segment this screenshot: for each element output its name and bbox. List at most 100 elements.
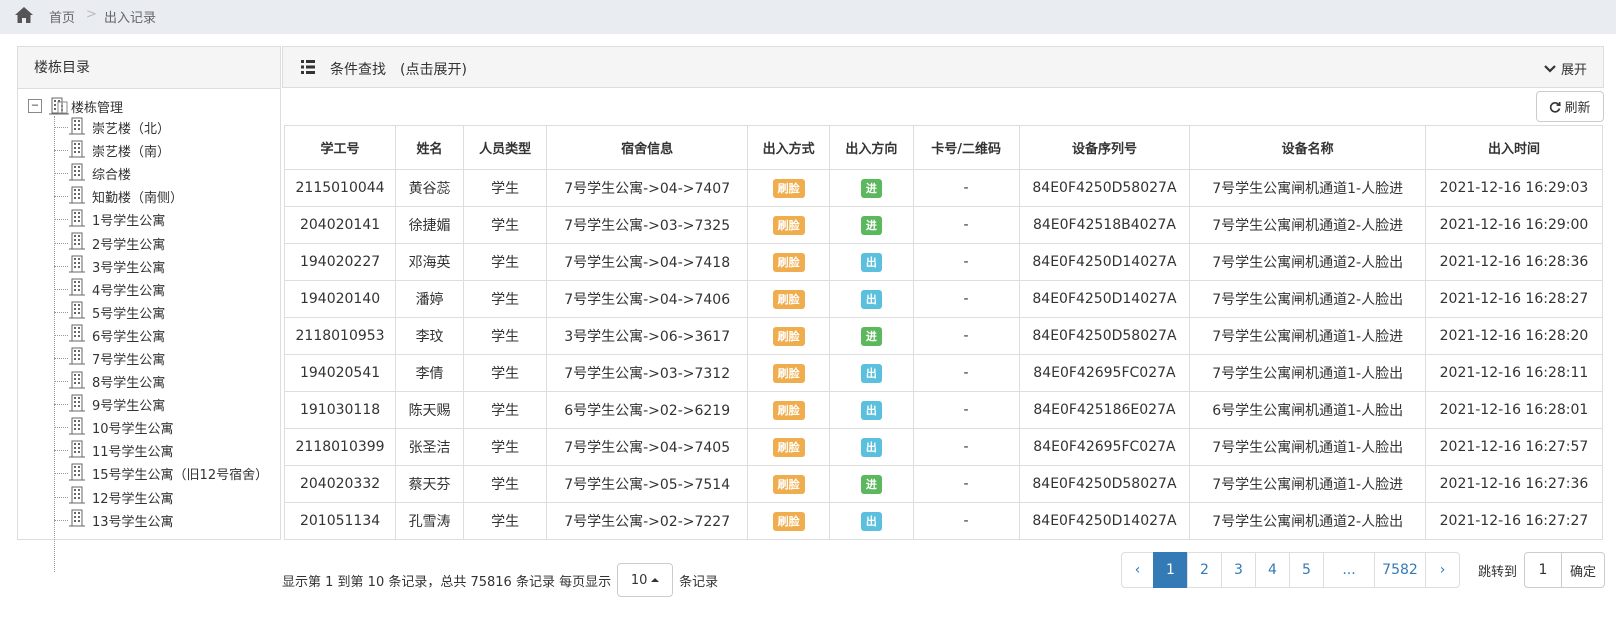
tree-branch-line: [54, 381, 68, 383]
page-button[interactable]: 4: [1255, 552, 1290, 588]
tree-item-label[interactable]: 崇艺楼（北）: [92, 118, 170, 137]
tree-item-label[interactable]: 6号学生公寓: [92, 326, 165, 345]
tree-item[interactable]: 8号学生公寓: [54, 370, 268, 393]
tree-item[interactable]: 2号学生公寓: [54, 231, 268, 254]
tree-root-node[interactable]: − 楼栋管理: [28, 96, 123, 116]
page-button[interactable]: ...: [1323, 552, 1375, 588]
table-cell: 2021-12-16 16:29:03: [1424, 169, 1604, 207]
table-row[interactable]: 2118010399 张圣洁 学生 7号学生公寓->04->7405 刷脸 出 -84E0F…: [283, 428, 1604, 466]
table-row[interactable]: 2118010953 李玟 学生 3号学生公寓->06->3617 刷脸 进 -84E0F4…: [283, 317, 1604, 355]
table-cell: 84E0F4250D14027A: [1018, 502, 1191, 540]
tree-item[interactable]: 12号学生公寓: [54, 486, 268, 509]
tree-item[interactable]: 崇艺楼（北）: [54, 116, 268, 139]
tree-item-label[interactable]: 9号学生公寓: [92, 395, 165, 414]
expand-toggle[interactable]: 展开: [1544, 59, 1587, 78]
building-group-icon: [49, 97, 69, 115]
building-icon: [68, 140, 86, 162]
table-cell: 191030118: [283, 391, 397, 429]
table-row[interactable]: 204020332 蔡天芬 学生 7号学生公寓->05->7514 刷脸 进 -84E0F4…: [283, 465, 1604, 503]
tree-item[interactable]: 9号学生公寓: [54, 393, 268, 416]
chevron-down-icon: [1544, 64, 1556, 73]
tree-item-label[interactable]: 7号学生公寓: [92, 349, 165, 368]
direction-badge: 出: [860, 363, 882, 383]
tree-item[interactable]: 13号学生公寓: [54, 509, 268, 532]
tree-item[interactable]: 4号学生公寓: [54, 278, 268, 301]
tree-item-label[interactable]: 综合楼: [92, 164, 131, 183]
tree-item[interactable]: 1号学生公寓: [54, 208, 268, 231]
table-row[interactable]: 191030118 陈天赐 学生 6号学生公寓->02->6219 刷脸 出 -84E0F4…: [283, 391, 1604, 429]
page-button[interactable]: 3: [1221, 552, 1256, 588]
tree-branch-line: [54, 473, 68, 475]
tree-item-label[interactable]: 4号学生公寓: [92, 280, 165, 299]
page-size-select[interactable]: 10: [617, 563, 674, 597]
tree-item-label[interactable]: 8号学生公寓: [92, 372, 165, 391]
tree-item-label[interactable]: 知勤楼（南侧）: [92, 187, 183, 206]
tree-item-label[interactable]: 崇艺楼（南）: [92, 141, 170, 160]
table-row[interactable]: 201051134 孔雪涛 学生 7号学生公寓->02->7227 刷脸 出 -84E0F4…: [283, 502, 1604, 540]
tree-root-label[interactable]: 楼栋管理: [71, 97, 123, 116]
table-row[interactable]: 204020141 徐捷媚 学生 7号学生公寓->03->7325 刷脸 进 -84E0F4…: [283, 206, 1604, 244]
table-cell: 7号学生公寓->04->7407: [546, 169, 748, 207]
table-cell: 2021-12-16 16:28:27: [1424, 280, 1604, 318]
tree-branch-line: [54, 242, 68, 244]
tree-item[interactable]: 3号学生公寓: [54, 255, 268, 278]
home-icon[interactable]: [14, 6, 34, 24]
tree-item-label[interactable]: 1号学生公寓: [92, 210, 165, 229]
tree-item-label[interactable]: 3号学生公寓: [92, 257, 165, 276]
tree-item-label[interactable]: 10号学生公寓: [92, 418, 174, 437]
page-button[interactable]: 1: [1153, 552, 1188, 588]
search-panel-header[interactable]: 条件查找 (点击展开) 展开: [282, 46, 1604, 88]
page-size-value: 10: [630, 572, 648, 588]
building-icon: [68, 509, 86, 531]
tree-item[interactable]: 崇艺楼（南）: [54, 139, 268, 162]
breadcrumb-home-link[interactable]: 首页: [49, 7, 75, 26]
column-header: 设备名称: [1189, 125, 1426, 170]
tree-item-label[interactable]: 12号学生公寓: [92, 488, 174, 507]
search-panel-title[interactable]: 条件查找 (点击展开): [330, 59, 467, 79]
next-page-button[interactable]: ›: [1425, 552, 1460, 588]
tree-collapse-toggle[interactable]: −: [28, 99, 42, 113]
page-button[interactable]: 7582: [1374, 552, 1426, 588]
tree-item[interactable]: 6号学生公寓: [54, 324, 268, 347]
tree-item-label[interactable]: 11号学生公寓: [92, 441, 174, 460]
jump-confirm-button[interactable]: 确定: [1561, 552, 1605, 588]
tree-item-label[interactable]: 15号学生公寓（旧12号宿舍）: [92, 464, 268, 483]
tree-item-label[interactable]: 2号学生公寓: [92, 234, 165, 253]
tree-branch-line: [54, 450, 68, 452]
table-cell: 84E0F4250D14027A: [1018, 243, 1191, 281]
table-cell: 出: [829, 391, 914, 429]
records-info-text: 显示第 1 到第 10 条记录，总共 75816 条记录 每页显示: [282, 574, 612, 590]
table-header-row: 学工号 姓名 人员类型 宿舍信息 出入方式 出入方向 卡号/二维码 设备序列号 设备名称 出入时间: [283, 125, 1604, 170]
refresh-button[interactable]: 刷新: [1536, 91, 1604, 122]
method-badge: 刷脸: [772, 178, 805, 198]
table-cell: 3号学生公寓->06->3617: [546, 317, 748, 355]
table-row[interactable]: 194020541 李倩 学生 7号学生公寓->03->7312 刷脸 出 -84E0F42…: [283, 354, 1604, 392]
method-badge: 刷脸: [772, 215, 805, 235]
tree-item[interactable]: 7号学生公寓: [54, 347, 268, 370]
tree-item-label[interactable]: 5号学生公寓: [92, 303, 165, 322]
jump-page-input[interactable]: [1524, 552, 1562, 588]
tree-item-label[interactable]: 13号学生公寓: [92, 511, 174, 530]
direction-badge: 进: [860, 474, 882, 494]
page-button[interactable]: 2: [1187, 552, 1222, 588]
table-cell: 7号学生公寓->02->7227: [546, 502, 748, 540]
table-cell: 84E0F4250D58027A: [1018, 317, 1191, 355]
tree-item[interactable]: 5号学生公寓: [54, 301, 268, 324]
prev-page-button[interactable]: ‹: [1121, 552, 1154, 588]
table-cell: 进: [829, 465, 914, 503]
tree-item[interactable]: 10号学生公寓: [54, 416, 268, 439]
tree-item[interactable]: 知勤楼（南侧）: [54, 185, 268, 208]
table-row[interactable]: 194020227 邓海英 学生 7号学生公寓->04->7418 刷脸 出 -84E0F4…: [283, 243, 1604, 281]
tree-item[interactable]: 11号学生公寓: [54, 439, 268, 462]
method-badge: 刷脸: [772, 437, 805, 457]
table-cell: 2021-12-16 16:27:57: [1424, 428, 1604, 466]
breadcrumb-current: 出入记录: [104, 11, 157, 26]
table-cell: 刷脸: [746, 317, 831, 355]
table-row[interactable]: 194020140 潘婷 学生 7号学生公寓->04->7406 刷脸 出 -84E0F42…: [283, 280, 1604, 318]
page-button[interactable]: 5: [1289, 552, 1324, 588]
table-cell: 出: [829, 280, 914, 318]
pagination: ‹ 1 2 3 4 5... 7582 ›: [1121, 552, 1460, 588]
tree-item[interactable]: 15号学生公寓（旧12号宿舍）: [54, 462, 268, 485]
table-row[interactable]: 2115010044 黄谷蕊 学生 7号学生公寓->04->7407 刷脸 进 -84E0F…: [283, 169, 1604, 207]
tree-item[interactable]: 综合楼: [54, 162, 268, 185]
